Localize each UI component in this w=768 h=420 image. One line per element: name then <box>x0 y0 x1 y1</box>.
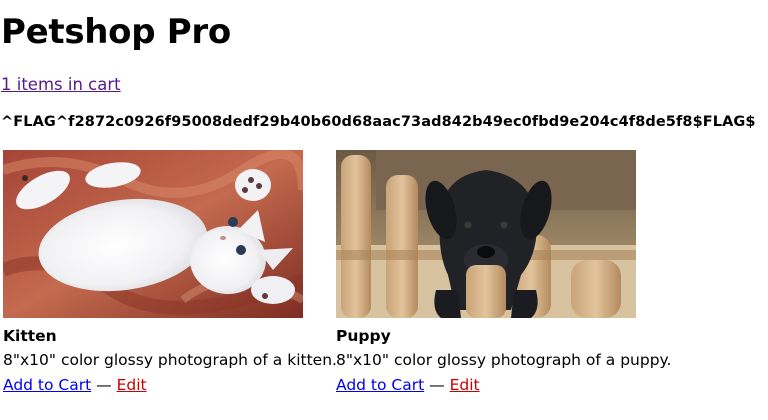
add-to-cart-link[interactable]: Add to Cart <box>336 376 424 394</box>
product-card-kitten: Kitten 8"x10" color glossy photograph of… <box>3 150 337 395</box>
product-description: 8"x10" color glossy photograph of a kitt… <box>3 351 337 369</box>
puppy-photo <box>336 150 636 318</box>
product-card-puppy: Puppy 8"x10" color glossy photograph of … <box>336 150 672 395</box>
separator: — <box>429 376 450 394</box>
product-actions: Add to Cart — Edit <box>336 375 670 395</box>
edit-link[interactable]: Edit <box>117 376 147 394</box>
edit-link[interactable]: Edit <box>450 376 480 394</box>
product-actions: Add to Cart — Edit <box>3 375 337 395</box>
page-title: Petshop Pro <box>1 12 231 52</box>
product-name: Kitten <box>3 327 57 345</box>
product-description: 8"x10" color glossy photograph of a pupp… <box>336 351 672 369</box>
add-to-cart-link[interactable]: Add to Cart <box>3 376 91 394</box>
kitten-photo <box>3 150 303 318</box>
product-name: Puppy <box>336 327 391 345</box>
cart-link[interactable]: 1 items in cart <box>1 74 121 96</box>
separator: — <box>96 376 117 394</box>
flag-text: ^FLAG^f2872c0926f95008dedf29b40b60d68aac… <box>1 114 756 130</box>
